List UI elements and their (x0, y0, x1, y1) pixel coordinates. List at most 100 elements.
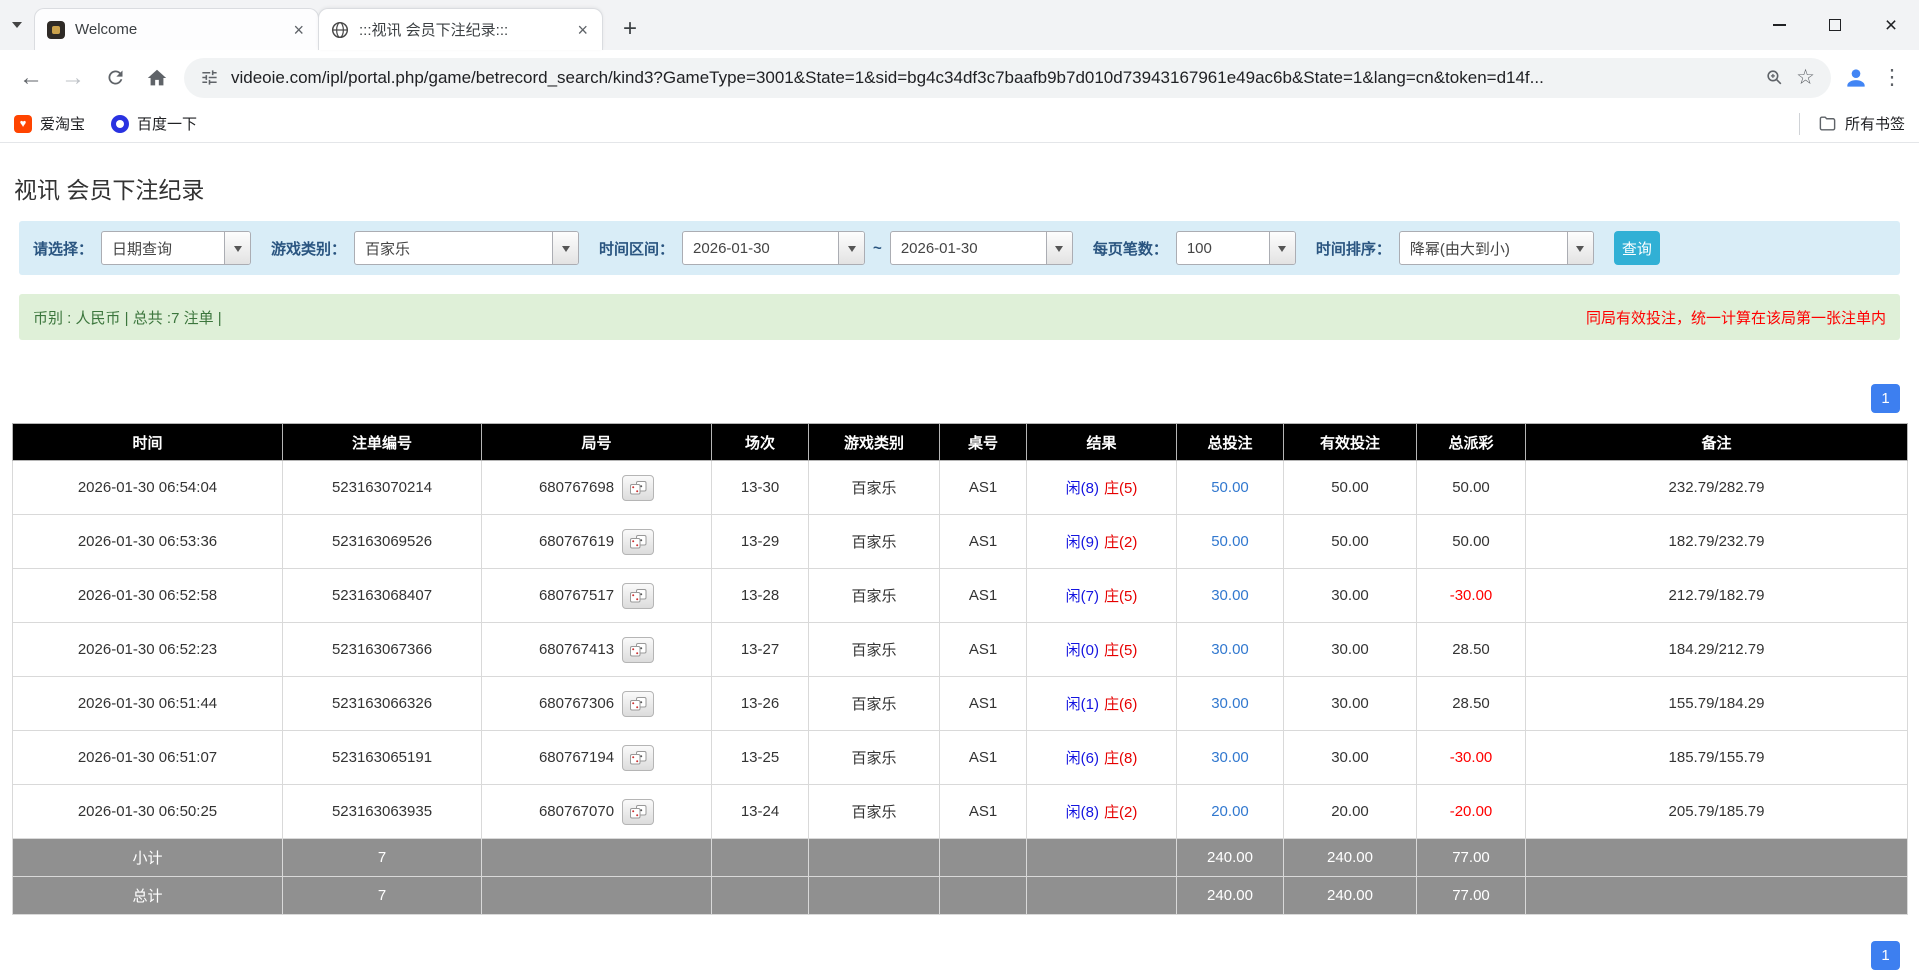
info-bar: 币别 : 人民币 | 总共 :7 注单 | 同局有效投注，统一计算在该局第一张注… (19, 294, 1900, 340)
bookmark-star-icon[interactable]: ☆ (1796, 67, 1815, 88)
sort-select[interactable]: 降幂(由大到小) (1399, 231, 1594, 265)
cell-total-bet[interactable]: 30.00 (1177, 677, 1284, 731)
cell-round-id: 680767413 (482, 623, 712, 677)
cell-round-id: 680767619 (482, 515, 712, 569)
zoom-indicator-icon[interactable] (1765, 68, 1784, 87)
cell-result: 闲(0)庄(5) (1027, 623, 1177, 677)
cell-bet-id: 523163068407 (283, 569, 482, 623)
back-button[interactable]: ← (10, 57, 52, 99)
currency-summary: 币别 : 人民币 | 总共 :7 注单 | (33, 307, 222, 328)
cell-time: 2026-01-30 06:51:07 (13, 731, 283, 785)
cell-remark: 205.79/185.79 (1526, 785, 1908, 839)
video-replay-button[interactable] (622, 475, 654, 501)
video-replay-button[interactable] (622, 691, 654, 717)
pagination-top: 1 (19, 384, 1900, 413)
reload-icon (105, 67, 126, 88)
bookmark-label: 百度一下 (137, 113, 197, 134)
maximize-button[interactable] (1807, 0, 1863, 50)
chevron-down-icon (552, 232, 578, 264)
result-player: 闲(9) (1066, 534, 1099, 551)
table-row: 2026-01-30 06:54:04 523163070214 6807676… (13, 461, 1908, 515)
cell-total-bet[interactable]: 30.00 (1177, 623, 1284, 677)
result-banker: 庄(5) (1104, 480, 1137, 497)
home-button[interactable] (136, 57, 178, 99)
dice-icon (630, 805, 647, 819)
page-1-button[interactable]: 1 (1871, 941, 1900, 970)
cell-time: 2026-01-30 06:53:36 (13, 515, 283, 569)
cell-total-bet[interactable]: 50.00 (1177, 461, 1284, 515)
cell-total-bet[interactable]: 30.00 (1177, 569, 1284, 623)
cell-remark: 212.79/182.79 (1526, 569, 1908, 623)
total-count: 7 (283, 877, 482, 915)
tab-search-button[interactable] (0, 0, 34, 50)
search-button[interactable]: 查询 (1614, 231, 1660, 265)
page-size-select[interactable]: 100 (1176, 231, 1296, 265)
cell-valid-bet: 20.00 (1284, 785, 1417, 839)
round-id: 680767306 (539, 695, 614, 712)
col-remark: 备注 (1526, 424, 1908, 461)
separator (1799, 113, 1800, 135)
tab-close-icon[interactable]: × (575, 21, 590, 39)
dice-icon (630, 751, 647, 765)
video-replay-button[interactable] (622, 529, 654, 555)
cell-bet-id: 523163067366 (283, 623, 482, 677)
chevron-down-icon (838, 232, 864, 264)
bet-records-table: 时间 注单编号 局号 场次 游戏类别 桌号 结果 总投注 有效投注 总派彩 备注… (12, 423, 1908, 915)
all-bookmarks-button[interactable]: 所有书签 (1799, 113, 1905, 135)
browser-toolbar: ← → videoie.com/ipl/portal.php/game/betr… (0, 50, 1919, 105)
url-text: videoie.com/ipl/portal.php/game/betrecor… (231, 68, 1753, 88)
cell-total-bet[interactable]: 30.00 (1177, 731, 1284, 785)
notice-text: 同局有效投注，统一计算在该局第一张注单内 (1586, 307, 1886, 328)
page-1-button[interactable]: 1 (1871, 384, 1900, 413)
col-valid-bet: 有效投注 (1284, 424, 1417, 461)
date-to-select[interactable]: 2026-01-30 (890, 231, 1073, 265)
cell-round-id: 680767306 (482, 677, 712, 731)
cell-table-no: AS1 (940, 569, 1027, 623)
cell-valid-bet: 50.00 (1284, 515, 1417, 569)
col-table-no: 桌号 (940, 424, 1027, 461)
address-bar[interactable]: videoie.com/ipl/portal.php/game/betrecor… (184, 58, 1831, 98)
video-replay-button[interactable] (622, 745, 654, 771)
new-tab-button[interactable]: + (613, 12, 647, 46)
video-replay-button[interactable] (622, 799, 654, 825)
bookmarks-bar: ♥ 爱淘宝 百度一下 所有书签 (0, 105, 1919, 143)
minimize-button[interactable] (1751, 0, 1807, 50)
game-type-select[interactable]: 百家乐 (354, 231, 579, 265)
tab-close-icon[interactable]: × (291, 21, 306, 39)
cell-time: 2026-01-30 06:52:58 (13, 569, 283, 623)
tab-welcome[interactable]: Welcome × (34, 8, 319, 50)
dice-icon (630, 589, 647, 603)
cell-table-no: AS1 (940, 731, 1027, 785)
forward-button[interactable]: → (52, 57, 94, 99)
cell-result: 闲(8) 庄(5) (1027, 461, 1177, 515)
site-info-icon[interactable] (200, 68, 219, 87)
maximize-icon (1829, 19, 1841, 31)
round-id: 680767619 (539, 533, 614, 550)
baidu-icon (111, 115, 129, 133)
cell-time: 2026-01-30 06:54:04 (13, 461, 283, 515)
cell-total-bet[interactable]: 20.00 (1177, 785, 1284, 839)
mode-label: 请选择： (33, 238, 93, 259)
close-button[interactable]: × (1863, 0, 1919, 50)
reload-button[interactable] (94, 57, 136, 99)
cell-session: 13-27 (712, 623, 809, 677)
tab-betrecord[interactable]: :::视讯 会员下注纪录::: × (318, 8, 603, 50)
bookmark-baidu[interactable]: 百度一下 (111, 113, 197, 134)
bookmark-aitaobao[interactable]: ♥ 爱淘宝 (14, 113, 85, 134)
cell-game-type: 百家乐 (809, 623, 940, 677)
result-player: 闲(8) (1066, 480, 1099, 497)
minimize-icon (1773, 24, 1786, 26)
cell-total-bet[interactable]: 50.00 (1177, 515, 1284, 569)
cell-remark: 184.29/212.79 (1526, 623, 1908, 677)
col-total-bet: 总投注 (1177, 424, 1284, 461)
date-from-select[interactable]: 2026-01-30 (682, 231, 865, 265)
browser-menu-icon[interactable]: ⋮ (1875, 65, 1909, 90)
cell-session: 13-28 (712, 569, 809, 623)
profile-avatar[interactable] (1837, 59, 1875, 97)
video-replay-button[interactable] (622, 637, 654, 663)
subtotal-row: 小计 7 240.00 240.00 77.00 (13, 839, 1908, 877)
video-replay-button[interactable] (622, 583, 654, 609)
subtotal-payout: 77.00 (1417, 839, 1526, 877)
mode-select[interactable]: 日期查询 (101, 231, 251, 265)
cell-bet-id: 523163070214 (283, 461, 482, 515)
